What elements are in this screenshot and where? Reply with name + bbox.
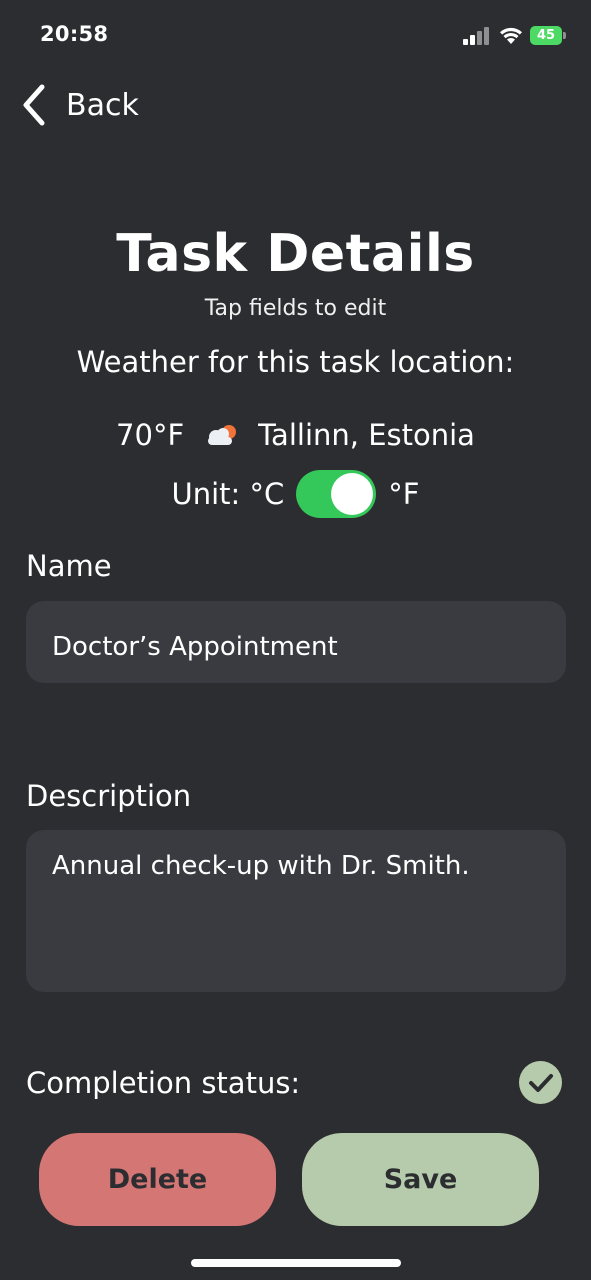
weather-summary: 70°F Tallinn, Estonia (0, 415, 591, 455)
wifi-icon (500, 27, 522, 44)
name-label: Name (26, 549, 112, 583)
name-field[interactable]: Doctor’s Appointment (26, 601, 566, 683)
completion-checkbox[interactable] (519, 1061, 562, 1104)
delete-button[interactable]: Delete (39, 1133, 276, 1226)
toggle-knob (331, 473, 374, 515)
battery-icon: 45 (530, 26, 566, 45)
unit-fahrenheit-label: °F (388, 477, 420, 511)
delete-button-label: Delete (107, 1164, 208, 1195)
description-field[interactable]: Annual check-up with Dr. Smith. (26, 830, 566, 992)
temperature: 70°F (116, 418, 185, 452)
back-label: Back (66, 87, 139, 123)
unit-toggle[interactable] (296, 470, 377, 518)
battery-level: 45 (536, 28, 556, 43)
partly-cloudy-icon (208, 425, 237, 445)
save-button-label: Save (383, 1164, 458, 1195)
weather-heading: Weather for this task location: (76, 345, 515, 379)
checkmark-icon (528, 1073, 553, 1092)
unit-celsius-label: Unit: °C (171, 477, 285, 511)
back-button[interactable]: Back (14, 80, 174, 130)
page-subtitle: Tap fields to edit (204, 296, 387, 321)
unit-selector: Unit: °C °F (0, 470, 591, 518)
weather-location: Tallinn, Estonia (258, 418, 475, 452)
completion-status-label: Completion status: (26, 1066, 301, 1100)
status-time: 20:58 (40, 22, 109, 46)
save-button[interactable]: Save (302, 1133, 539, 1226)
chevron-left-icon (23, 84, 45, 126)
home-indicator (191, 1259, 401, 1267)
description-label: Description (26, 779, 192, 813)
cellular-signal-icon (463, 27, 489, 45)
page-title: Task Details (116, 224, 475, 284)
